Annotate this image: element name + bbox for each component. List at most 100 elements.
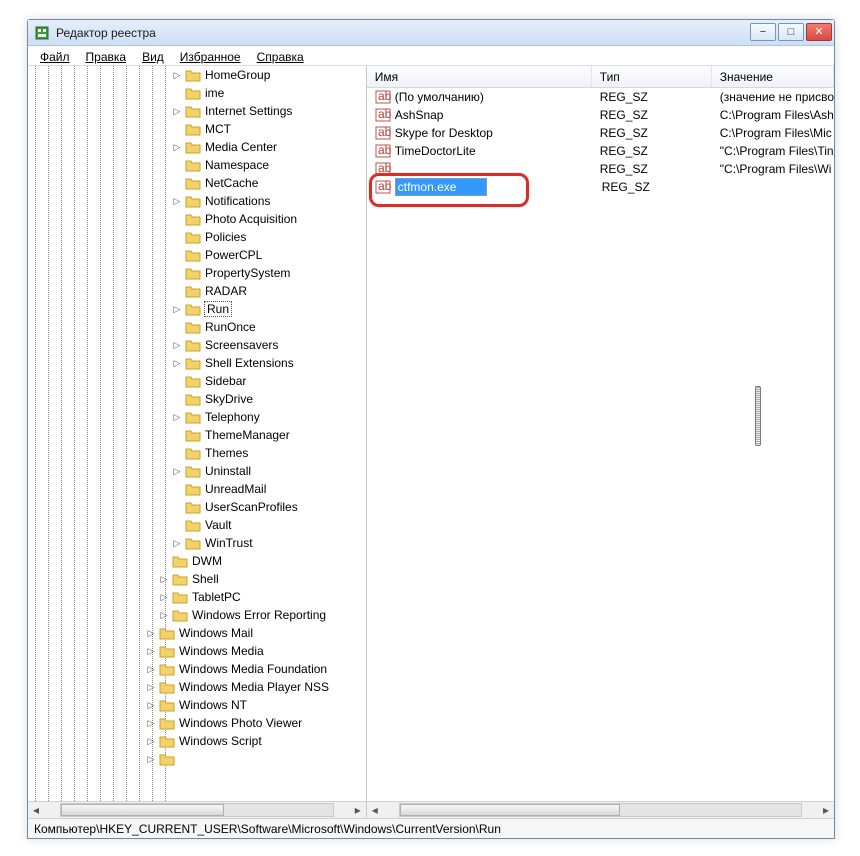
menu-help[interactable]: Справка (251, 50, 310, 64)
tree-item[interactable]: ▷ (28, 750, 366, 768)
tree-item[interactable]: ▷Shell Extensions (28, 354, 366, 372)
tree-item[interactable]: Sidebar (28, 372, 366, 390)
close-button[interactable]: ✕ (806, 23, 832, 41)
tree-item[interactable]: Namespace (28, 156, 366, 174)
tree-item[interactable]: Themes (28, 444, 366, 462)
column-header: Имя Тип Значение (367, 66, 834, 88)
tree-item[interactable]: ▷Screensavers (28, 336, 366, 354)
tree-item[interactable]: Vault (28, 516, 366, 534)
tree-item[interactable]: RunOnce (28, 318, 366, 336)
tree-item[interactable]: PowerCPL (28, 246, 366, 264)
expand-icon[interactable]: ▷ (145, 663, 157, 675)
tree-item[interactable]: ▷Internet Settings (28, 102, 366, 120)
tree-scroll[interactable]: ▷HomeGroupime▷Internet SettingsMCT▷Media… (28, 66, 366, 801)
scroll-thumb[interactable] (400, 804, 621, 816)
tree-item[interactable]: ▷Windows Mail (28, 624, 366, 642)
list-item[interactable]: abTimeDoctorLiteREG_SZ"C:\Program Files\… (367, 142, 834, 160)
expand-icon[interactable]: ▷ (145, 753, 157, 765)
tree-item[interactable]: ▷Media Center (28, 138, 366, 156)
tree-item[interactable]: NetCache (28, 174, 366, 192)
scroll-left-icon[interactable]: ◂ (28, 803, 44, 817)
folder-icon (185, 517, 201, 533)
scroll-left-icon[interactable]: ◂ (367, 803, 383, 817)
expand-icon[interactable]: ▷ (171, 339, 183, 351)
expand-icon[interactable]: ▷ (171, 69, 183, 81)
column-type[interactable]: Тип (592, 66, 712, 87)
tree-item[interactable]: ▷Notifications (28, 192, 366, 210)
expand-icon[interactable]: ▷ (171, 195, 183, 207)
menu-edit[interactable]: Правка (80, 50, 133, 64)
tree-item[interactable]: ▷Windows Media (28, 642, 366, 660)
expand-icon[interactable]: ▷ (145, 627, 157, 639)
tree-item[interactable]: ▷Windows Script (28, 732, 366, 750)
tree-item[interactable]: ▷HomeGroup (28, 66, 366, 84)
expand-icon[interactable]: ▷ (171, 357, 183, 369)
tree-item[interactable]: Policies (28, 228, 366, 246)
tree-item[interactable]: ThemeManager (28, 426, 366, 444)
svg-text:ab: ab (378, 125, 391, 139)
tree-item[interactable]: ▷Telephony (28, 408, 366, 426)
column-data[interactable]: Значение (712, 66, 834, 87)
expand-icon[interactable]: ▷ (145, 717, 157, 729)
tree-item[interactable]: RADAR (28, 282, 366, 300)
tree-item[interactable]: Photo Acquisition (28, 210, 366, 228)
titlebar[interactable]: Редактор реестра − □ ✕ (28, 20, 834, 46)
list-item[interactable]: abSkype for DesktopREG_SZC:\Program File… (367, 124, 834, 142)
tree-item[interactable]: PropertySystem (28, 264, 366, 282)
tree-item[interactable]: SkyDrive (28, 390, 366, 408)
scroll-right-icon[interactable]: ▸ (350, 803, 366, 817)
tree-item-label: Vault (205, 518, 231, 532)
list-item[interactable]: abAshSnapREG_SZC:\Program Files\Ash (367, 106, 834, 124)
tree-item-label: Windows Error Reporting (192, 608, 326, 622)
scroll-right-icon[interactable]: ▸ (818, 803, 834, 817)
column-name[interactable]: Имя (367, 66, 592, 87)
registry-tree[interactable]: ▷HomeGroupime▷Internet SettingsMCT▷Media… (28, 66, 366, 768)
tree-item[interactable]: ▷Run (28, 300, 366, 318)
expand-icon[interactable]: ▷ (171, 465, 183, 477)
tree-hscrollbar[interactable]: ◂ ▸ (28, 801, 366, 818)
expand-icon[interactable]: ▷ (171, 303, 183, 315)
expand-icon[interactable]: ▷ (171, 537, 183, 549)
expand-icon[interactable]: ▷ (171, 141, 183, 153)
expand-icon[interactable]: ▷ (171, 411, 183, 423)
rename-editbox[interactable] (395, 178, 487, 196)
folder-icon (159, 661, 175, 677)
expand-icon[interactable]: ▷ (171, 105, 183, 117)
tree-item[interactable]: ▷Uninstall (28, 462, 366, 480)
value-list[interactable]: ab(По умолчанию)REG_SZ(значение не присв… (367, 88, 834, 818)
list-item[interactable]: ab(По умолчанию)REG_SZ(значение не присв… (367, 88, 834, 106)
expand-icon[interactable]: ▷ (158, 591, 170, 603)
list-hscrollbar[interactable]: ◂ ▸ (367, 801, 834, 818)
tree-item[interactable]: ▷Windows Photo Viewer (28, 714, 366, 732)
scroll-thumb[interactable] (61, 804, 224, 816)
list-item-editing[interactable]: abREG_SZ (367, 178, 834, 196)
rename-input[interactable] (396, 179, 486, 195)
tree-item[interactable]: ▷Shell (28, 570, 366, 588)
minimize-button[interactable]: − (750, 23, 776, 41)
tree-item[interactable]: ▷ Windows Error Reporting (28, 606, 366, 624)
list-item[interactable]: abWindscribeREG_SZ"C:\Program Files\Wi (367, 160, 834, 178)
tree-item[interactable]: ▷Windows NT (28, 696, 366, 714)
expand-icon[interactable]: ▷ (145, 699, 157, 711)
menu-favorites[interactable]: Избранное (174, 50, 247, 64)
splitter-handle[interactable] (755, 386, 761, 446)
expand-icon[interactable]: ▷ (158, 609, 170, 621)
window-title: Редактор реестра (56, 26, 748, 40)
tree-item[interactable]: UserScanProfiles (28, 498, 366, 516)
menu-file[interactable]: Файл (34, 50, 76, 64)
expand-icon[interactable]: ▷ (145, 681, 157, 693)
expand-icon[interactable]: ▷ (145, 735, 157, 747)
maximize-button[interactable]: □ (778, 23, 804, 41)
tree-item[interactable]: ime (28, 84, 366, 102)
tree-item[interactable]: DWM (28, 552, 366, 570)
tree-item[interactable]: MCT (28, 120, 366, 138)
expand-icon[interactable]: ▷ (158, 573, 170, 585)
menu-view[interactable]: Вид (136, 50, 170, 64)
expand-icon[interactable]: ▷ (145, 645, 157, 657)
tree-item[interactable]: ▷TabletPC (28, 588, 366, 606)
folder-icon (185, 85, 201, 101)
tree-item[interactable]: ▷Windows Media Player NSS (28, 678, 366, 696)
tree-item[interactable]: ▷WinTrust (28, 534, 366, 552)
tree-item[interactable]: UnreadMail (28, 480, 366, 498)
tree-item[interactable]: ▷Windows Media Foundation (28, 660, 366, 678)
